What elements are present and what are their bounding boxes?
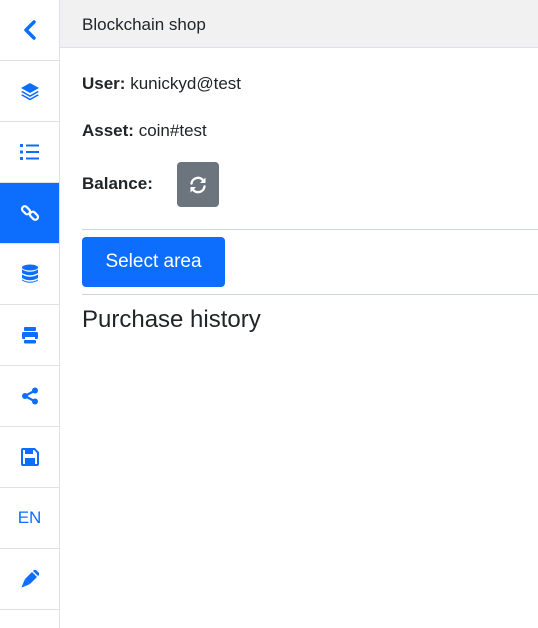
chevron-left-icon (23, 20, 36, 40)
balance-label: Balance: (82, 174, 153, 193)
sidebar-item-share[interactable] (0, 366, 59, 427)
refresh-icon (190, 176, 206, 193)
sidebar-item-link[interactable] (0, 183, 59, 244)
divider (82, 229, 538, 230)
user-value: kunickyd@test (130, 74, 242, 93)
app-frame: EN Blockchain shop User: kunickyd@test A… (0, 0, 538, 628)
page-title: Blockchain shop (82, 15, 206, 34)
header: Blockchain shop (60, 0, 538, 48)
balance-line: Balance: (82, 174, 153, 194)
refresh-balance-button[interactable] (177, 162, 219, 207)
purchase-history-title: Purchase history (82, 306, 261, 333)
asset-value: coin#test (138, 121, 207, 140)
sidebar-item-print[interactable] (0, 305, 59, 366)
asset-label: Asset: (82, 121, 134, 140)
user-line: User: kunickyd@test (82, 74, 241, 94)
user-label: User: (82, 74, 126, 93)
sidebar-item-database[interactable] (0, 244, 59, 305)
sidebar-item-language[interactable]: EN (0, 488, 59, 549)
language-label: EN (17, 508, 42, 527)
sidebar-item-back[interactable] (0, 0, 59, 61)
sidebar-item-layers[interactable] (0, 61, 59, 122)
sidebar-item-edit[interactable] (0, 549, 59, 610)
asset-line: Asset: coin#test (82, 121, 207, 141)
sidebar-item-list[interactable] (0, 122, 59, 183)
save-icon (20, 448, 39, 466)
list-icon (19, 144, 39, 160)
sidebar: EN (0, 0, 60, 628)
pencil-icon (21, 570, 39, 588)
printer-icon (21, 327, 38, 344)
divider (82, 294, 538, 295)
select-area-button[interactable]: Select area (82, 237, 225, 287)
link-icon (20, 205, 39, 221)
database-icon (21, 264, 38, 283)
share-icon (21, 387, 38, 405)
layers-icon (20, 83, 39, 101)
sidebar-item-save[interactable] (0, 427, 59, 488)
